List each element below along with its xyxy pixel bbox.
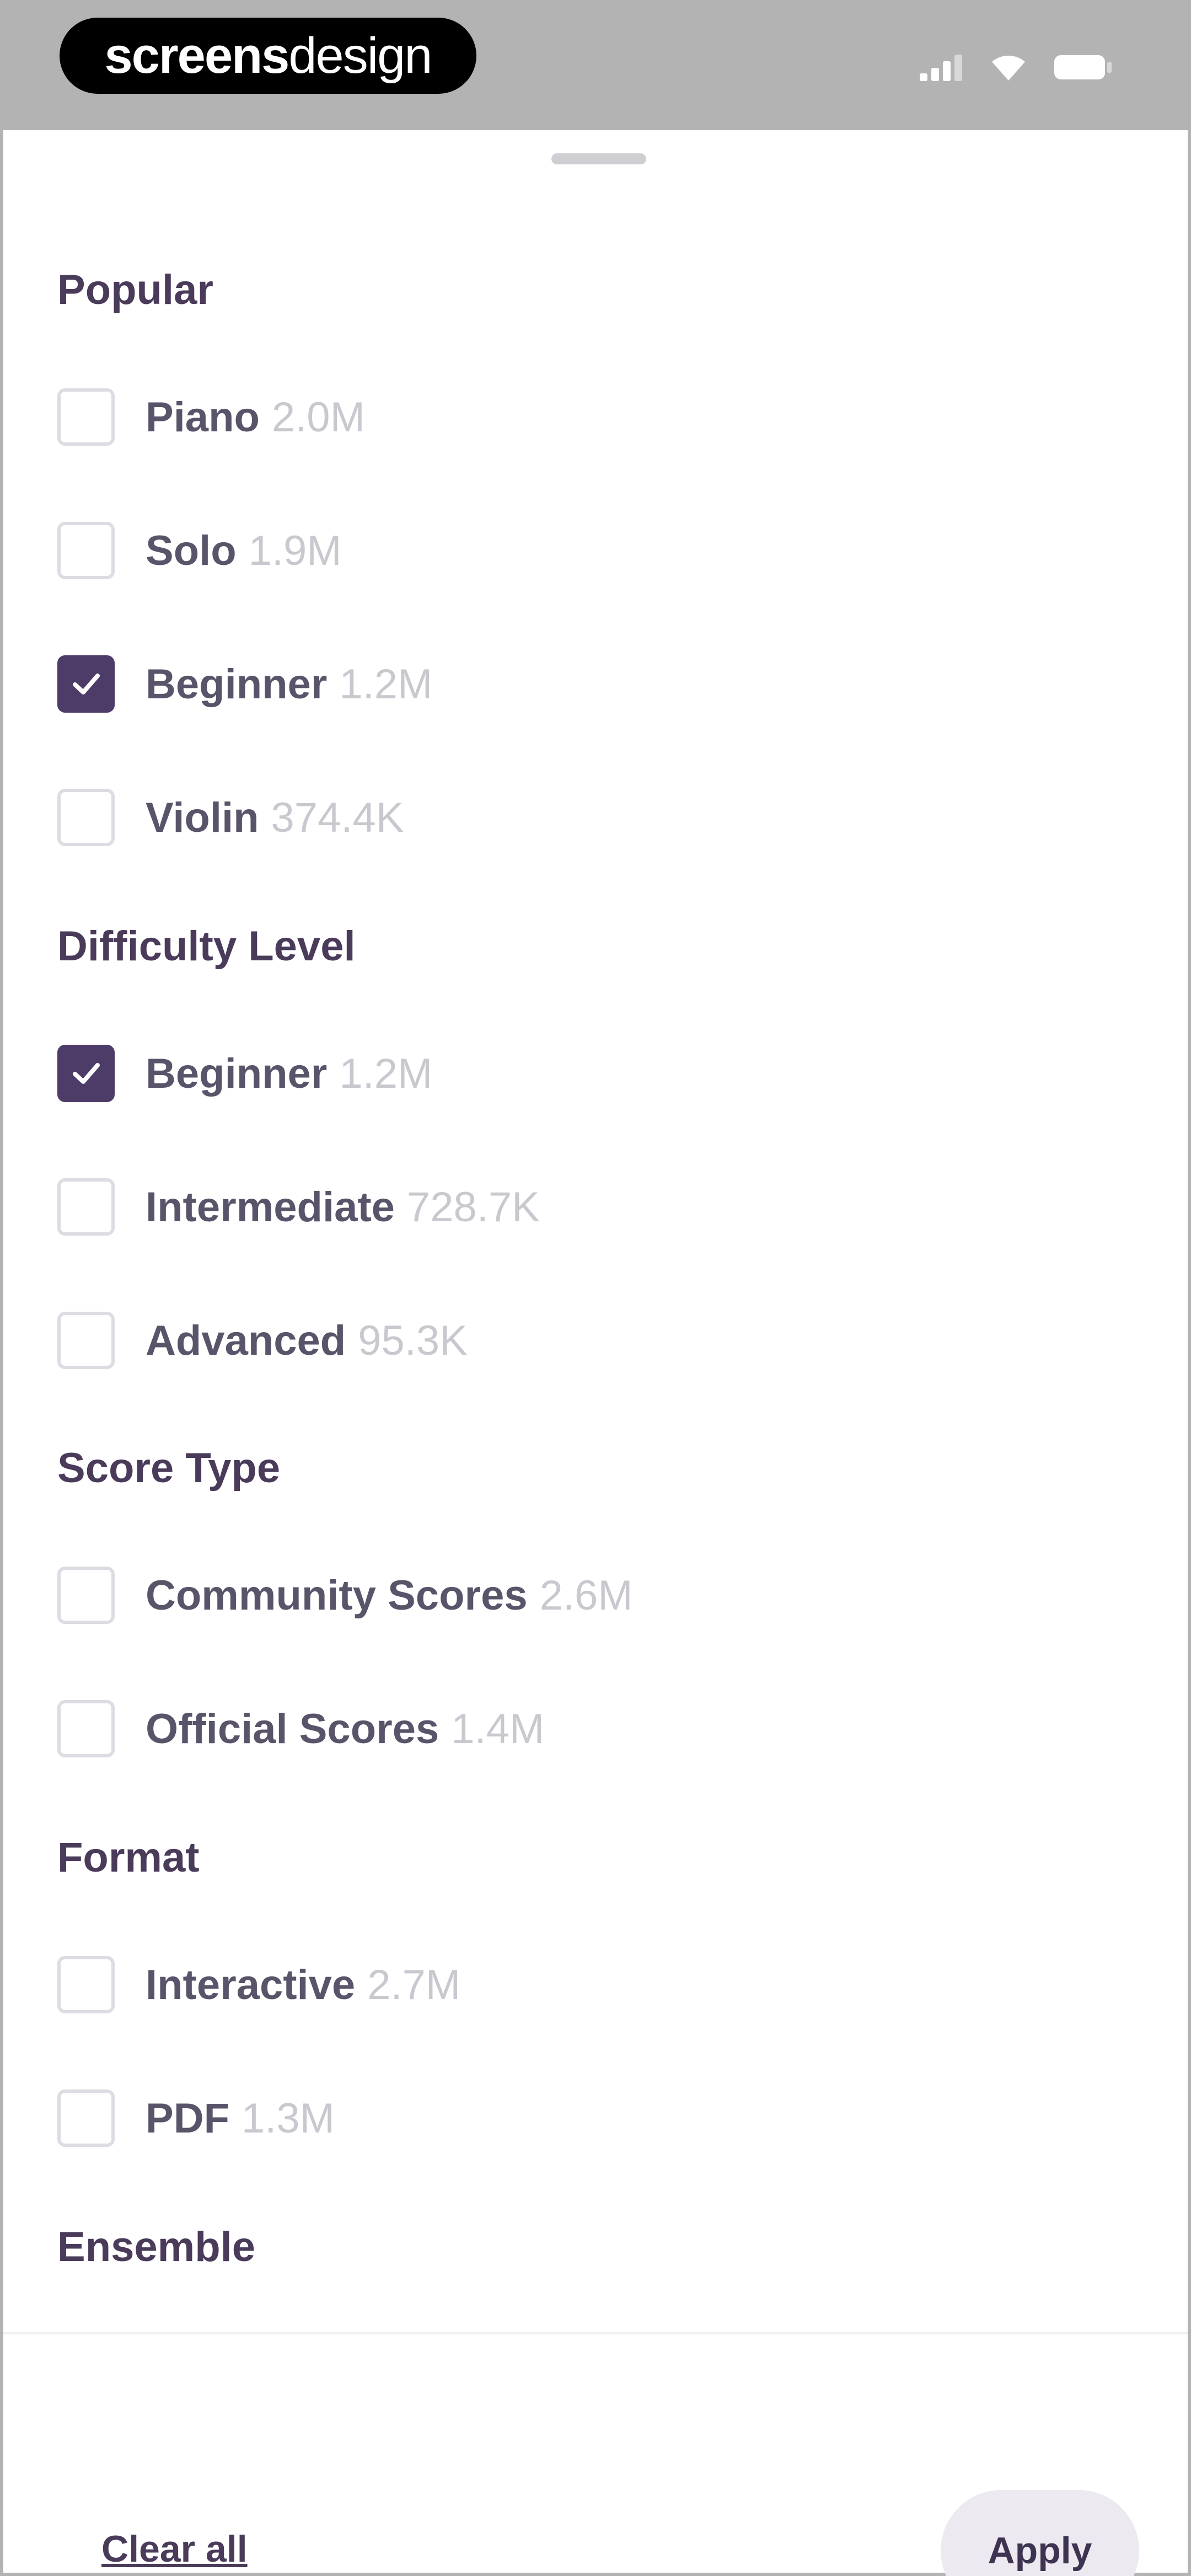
option-count: 1.4M bbox=[451, 1705, 545, 1752]
option-label: Official Scores bbox=[146, 1705, 439, 1752]
filter-option-community-scores[interactable]: Community Scores 2.6M bbox=[57, 1562, 633, 1628]
filter-option-interactive[interactable]: Interactive 2.7M bbox=[57, 1952, 460, 2018]
option-count: 1.2M bbox=[339, 1050, 433, 1097]
filter-option-official-scores[interactable]: Official Scores 1.4M bbox=[57, 1696, 544, 1762]
option-label: Violin bbox=[146, 794, 259, 841]
filter-sheet: Popular Piano 2.0M Solo 1.9M Beginner 1.… bbox=[3, 130, 1188, 2576]
option-label: Beginner bbox=[146, 1050, 328, 1097]
option-count: 2.6M bbox=[539, 1572, 633, 1619]
filter-option-beginner-difficulty[interactable]: Beginner 1.2M bbox=[57, 1040, 432, 1107]
option-label: Intermediate bbox=[146, 1183, 395, 1231]
checkbox[interactable] bbox=[57, 789, 115, 846]
checkbox[interactable] bbox=[57, 388, 115, 446]
option-count: 95.3K bbox=[358, 1317, 468, 1364]
checkbox[interactable] bbox=[57, 522, 115, 579]
wifi-icon bbox=[989, 53, 1028, 82]
option-label: Community Scores bbox=[146, 1572, 528, 1619]
checkbox[interactable] bbox=[57, 1567, 115, 1624]
clear-all-link[interactable]: Clear all bbox=[101, 2527, 248, 2570]
option-label: Beginner bbox=[146, 660, 328, 708]
screen: screens design Popular Piano 2.0M Solo 1… bbox=[0, 0, 1191, 2576]
checkbox[interactable] bbox=[57, 1956, 115, 2013]
filter-option-pdf[interactable]: PDF 1.3M bbox=[57, 2085, 335, 2151]
section-title-difficulty-level: Difficulty Level bbox=[57, 923, 356, 970]
filter-option-piano[interactable]: Piano 2.0M bbox=[57, 384, 365, 450]
checkmark-icon bbox=[73, 1063, 100, 1084]
option-count: 2.7M bbox=[367, 1961, 461, 2008]
checkbox[interactable] bbox=[57, 1045, 115, 1102]
option-count: 1.3M bbox=[242, 2094, 335, 2142]
section-title-format: Format bbox=[57, 1834, 200, 1881]
filter-option-violin[interactable]: Violin 374.4K bbox=[57, 784, 404, 851]
option-count: 2.0M bbox=[271, 393, 365, 441]
filter-option-advanced[interactable]: Advanced 95.3K bbox=[57, 1307, 468, 1373]
battery-icon bbox=[1053, 53, 1114, 82]
filter-option-solo[interactable]: Solo 1.9M bbox=[57, 517, 342, 584]
sheet-grabber-handle[interactable] bbox=[551, 153, 646, 164]
brand-logo-right: design bbox=[288, 27, 432, 84]
status-bar: screens design bbox=[0, 0, 1191, 130]
footer-divider bbox=[3, 2332, 1188, 2334]
option-count: 374.4K bbox=[271, 794, 404, 841]
status-icons bbox=[920, 51, 1114, 84]
option-count: 1.9M bbox=[248, 527, 342, 574]
signal-icon bbox=[920, 54, 964, 81]
option-label: PDF bbox=[146, 2094, 229, 2142]
apply-button[interactable]: Apply bbox=[941, 2490, 1139, 2576]
option-label: Advanced bbox=[146, 1317, 346, 1364]
checkbox[interactable] bbox=[57, 1178, 115, 1236]
option-count: 728.7K bbox=[406, 1183, 540, 1231]
section-title-ensemble: Ensemble bbox=[57, 2224, 256, 2270]
option-label: Interactive bbox=[146, 1961, 356, 2008]
checkbox[interactable] bbox=[57, 1312, 115, 1369]
brand-logo: screens design bbox=[60, 18, 476, 94]
filter-option-intermediate[interactable]: Intermediate 728.7K bbox=[57, 1174, 540, 1240]
filter-option-beginner-popular[interactable]: Beginner 1.2M bbox=[57, 651, 432, 717]
option-label: Piano bbox=[146, 393, 260, 441]
option-count: 1.2M bbox=[339, 660, 433, 708]
option-label: Solo bbox=[146, 527, 237, 574]
checkmark-icon bbox=[73, 674, 100, 694]
checkbox[interactable] bbox=[57, 655, 115, 713]
checkbox[interactable] bbox=[57, 1700, 115, 1757]
checkbox[interactable] bbox=[57, 2089, 115, 2147]
brand-logo-left: screens bbox=[104, 27, 290, 84]
section-title-score-type: Score Type bbox=[57, 1445, 281, 1492]
section-title-popular: Popular bbox=[57, 266, 213, 313]
